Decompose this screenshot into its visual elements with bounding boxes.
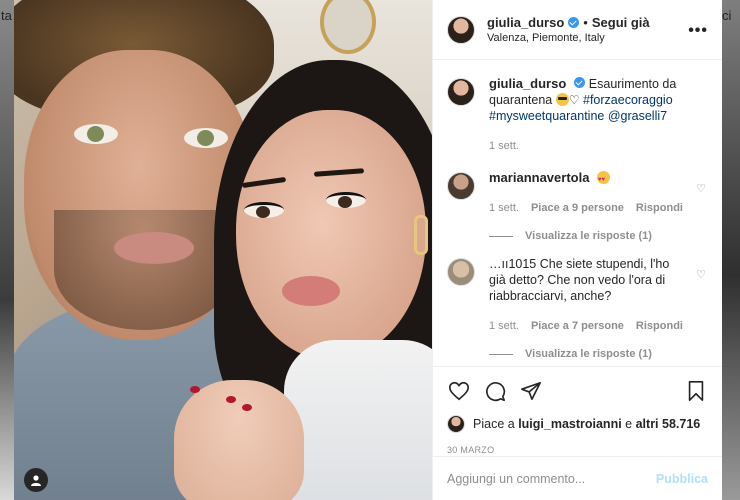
comment-icon <box>486 382 506 402</box>
caption-time[interactable]: 1 sett. <box>489 138 519 154</box>
view-replies-button[interactable]: Visualizza le risposte (1) <box>489 230 708 242</box>
view-replies-button[interactable]: Visualizza le risposte (1) <box>489 348 708 360</box>
avatar <box>447 415 465 433</box>
comment-input[interactable] <box>447 471 656 486</box>
avatar[interactable] <box>447 258 475 286</box>
photo-man-eye-right <box>184 128 228 148</box>
post-actions: Piace a luigi_mastroianni e altri 58.716… <box>433 366 722 455</box>
replies-divider <box>489 353 513 355</box>
view-replies-label: Visualizza le risposte (1) <box>525 230 652 242</box>
post-panel: giulia_durso • Segui già Valenza, Piemon… <box>432 0 722 500</box>
avatar[interactable] <box>447 78 475 106</box>
comment-item: …ıı1015 Che siete stupendi, l'ho già det… <box>447 256 708 334</box>
post-modal: giulia_durso • Segui già Valenza, Piemon… <box>14 0 722 500</box>
paper-plane-icon <box>521 381 541 401</box>
view-replies-label: Visualizza le risposte (1) <box>525 348 652 360</box>
comment-item: mariannavertola 1 sett. Piace a 9 person… <box>447 170 708 216</box>
photo-earring <box>414 215 428 255</box>
bookmark-icon <box>688 381 704 401</box>
background-left: ta <box>0 0 14 500</box>
photo-woman-lip <box>282 276 340 306</box>
mention-link[interactable]: @graselli7 <box>608 109 667 123</box>
post-photo[interactable] <box>14 0 432 500</box>
post-date[interactable]: 30 MARZO <box>447 445 708 455</box>
add-comment-bar: Pubblica <box>433 456 722 500</box>
caption-username[interactable]: giulia_durso <box>489 76 566 91</box>
separator-dot: • <box>583 15 588 30</box>
white-heart-emoji-icon: ♡ <box>568 93 580 107</box>
photo-nail <box>190 386 200 393</box>
photo-woman-eye-left <box>244 202 284 218</box>
photo-man-lip <box>114 232 194 264</box>
like-button[interactable] <box>447 379 471 403</box>
share-button[interactable] <box>519 379 543 403</box>
background-text-right: ci <box>722 8 732 23</box>
like-comment-icon[interactable]: ♡ <box>696 268 706 281</box>
caption: giulia_durso Esaurimento da quarantena ♡… <box>447 76 708 154</box>
verified-icon <box>568 17 580 28</box>
likes-middle: e <box>625 417 633 431</box>
reply-button[interactable]: Rispondi <box>636 200 683 216</box>
comment-time[interactable]: 1 sett. <box>489 200 519 216</box>
avatar[interactable] <box>447 15 475 44</box>
photo-woman-face <box>236 110 426 360</box>
reply-button[interactable]: Rispondi <box>636 318 683 334</box>
photo-man-eye-left <box>74 124 118 144</box>
background-right: ci <box>720 0 740 500</box>
comment-button[interactable] <box>483 379 507 403</box>
location-link[interactable]: Valenza, Piemonte, Italy <box>487 32 650 44</box>
background-text-left: ta <box>1 8 12 23</box>
photo-nail <box>226 396 236 403</box>
likes-user[interactable]: luigi_mastroianni <box>518 417 622 431</box>
comment-username[interactable]: mariannavertola <box>489 170 589 185</box>
verified-icon <box>574 77 586 88</box>
replies-divider <box>489 235 513 237</box>
tagged-users-button[interactable] <box>24 468 48 492</box>
comment-time[interactable]: 1 sett. <box>489 318 519 334</box>
photo-nail <box>242 404 252 411</box>
publish-button[interactable]: Pubblica <box>656 472 708 486</box>
like-comment-icon[interactable]: ♡ <box>696 182 706 195</box>
comment-text: …ıı1015 Che siete stupendi, l'ho già det… <box>489 257 670 303</box>
likes-prefix: Piace a <box>473 417 515 431</box>
heart-icon <box>449 381 469 401</box>
comment-likes[interactable]: Piace a 7 persone <box>531 318 624 334</box>
photo-hand <box>174 380 304 500</box>
more-options-icon[interactable]: ••• <box>688 22 708 40</box>
avatar[interactable] <box>447 172 475 200</box>
hashtag-link[interactable]: #forzaecoraggio <box>583 93 673 107</box>
likes-others[interactable]: altri 58.716 <box>636 417 701 431</box>
comment-likes[interactable]: Piace a 9 persone <box>531 200 624 216</box>
heart-eyes-emoji-icon <box>596 171 610 188</box>
sunglasses-emoji-icon <box>555 93 569 106</box>
comments-list[interactable]: giulia_durso Esaurimento da quarantena ♡… <box>433 60 722 366</box>
post-header: giulia_durso • Segui già Valenza, Piemon… <box>433 0 722 60</box>
save-button[interactable] <box>684 379 708 403</box>
user-icon <box>31 475 41 486</box>
hashtag-link[interactable]: #mysweetquarantine <box>489 109 604 123</box>
header-username[interactable]: giulia_durso <box>487 15 564 30</box>
photo-sweater <box>284 340 432 500</box>
photo-man-beard <box>54 210 234 330</box>
photo-woman-eye-right <box>326 192 366 208</box>
follow-button[interactable]: Segui già <box>592 15 650 30</box>
likes-summary[interactable]: Piace a luigi_mastroianni e altri 58.716 <box>447 415 708 433</box>
